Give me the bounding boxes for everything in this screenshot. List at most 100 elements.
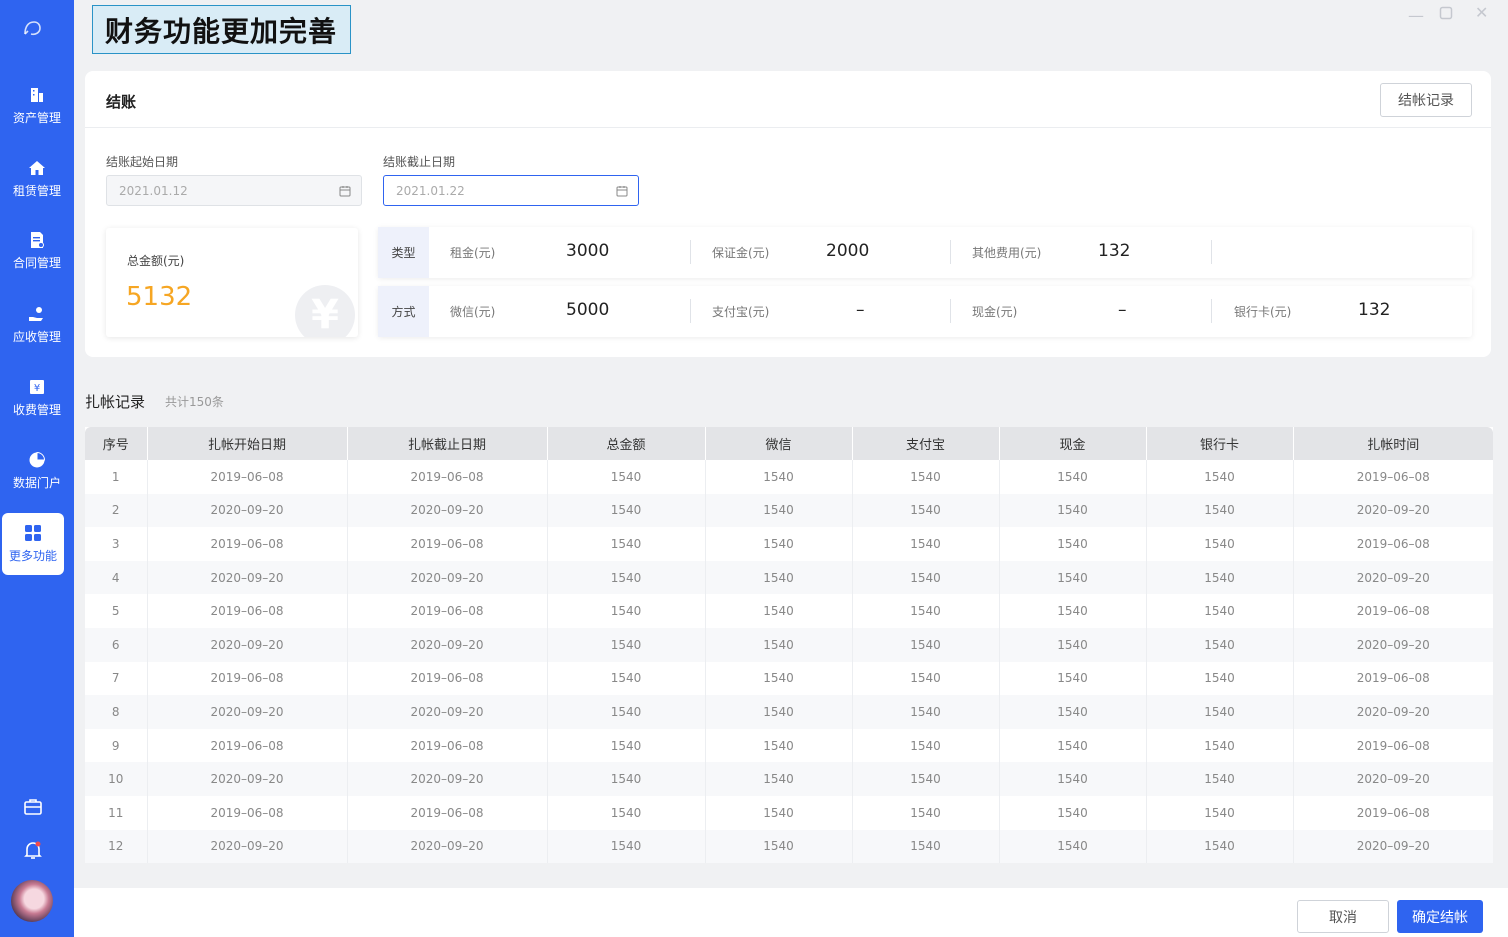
bank-card-value: 132 (1358, 300, 1391, 320)
table-cell: 1540 (547, 728, 706, 763)
table-cell: 11 (85, 795, 148, 830)
table-row[interactable]: 5 2019–06–08 2019–06–08 1540 1540 1540 1540 154… (85, 594, 1493, 628)
column-header: 总金额 (547, 427, 706, 460)
table-row[interactable]: 8 2020–09–20 2020–09–20 1540 1540 1540 1540 154… (85, 695, 1493, 729)
table-cell: 1540 (999, 762, 1147, 796)
start-date-value: 2021.01.12 (119, 183, 188, 198)
checkout-record-button[interactable]: 结帐记录 (1380, 83, 1472, 117)
table-cell: 1540 (547, 661, 706, 696)
table-row[interactable]: 7 2019–06–08 2019–06–08 1540 1540 1540 1540 154… (85, 661, 1493, 696)
table-cell: 1540 (547, 695, 706, 729)
table-cell: 2019–06–08 (347, 795, 548, 830)
sidebar-item-lease[interactable]: 租赁管理 (0, 148, 74, 210)
sidebar-item-label: 收费管理 (12, 403, 61, 417)
table-cell: 1540 (999, 493, 1147, 528)
maximize-icon[interactable] (1439, 5, 1453, 24)
table-cell: 1540 (999, 627, 1147, 662)
records-count: 共计150条 (165, 395, 224, 409)
table-row[interactable]: 12 2020–09–20 2020–09–20 1540 1540 1540 1540 15… (85, 829, 1493, 864)
end-date-value: 2021.01.22 (396, 183, 465, 198)
calendar-icon (616, 186, 628, 197)
table-cell: 2020–09–20 (147, 829, 348, 864)
cancel-button[interactable]: 取消 (1297, 900, 1389, 933)
table-row[interactable]: 6 2020–09–20 2020–09–20 1540 1540 1540 1540 154… (85, 627, 1493, 662)
table-cell: 1540 (999, 560, 1147, 595)
sidebar-item-label: 更多功能 (8, 549, 57, 563)
end-date-label: 结账截止日期 (383, 155, 456, 169)
rent-label: 租金(元) (450, 246, 496, 260)
column-header: 扎帐时间 (1293, 427, 1493, 460)
alipay-value: – (856, 300, 865, 320)
table-cell: 2020–09–20 (1293, 762, 1493, 796)
table-cell: 1540 (1146, 795, 1294, 830)
table-cell: 1540 (999, 795, 1147, 830)
separator (1211, 240, 1212, 264)
table-cell: 1540 (852, 594, 1000, 628)
table-cell: 1540 (705, 560, 853, 595)
sidebar-item-contract[interactable]: 合同管理 (0, 220, 74, 282)
sidebar-item-label: 合同管理 (12, 256, 61, 270)
bell-icon[interactable] (23, 840, 43, 860)
close-icon[interactable]: ✕ (1475, 3, 1488, 22)
start-date-label: 结账起始日期 (106, 155, 179, 169)
table-cell: 2019–06–08 (147, 527, 348, 561)
table-cell: 1540 (852, 560, 1000, 595)
table-cell: 2020–09–20 (347, 829, 548, 864)
sidebar-item-data-portal[interactable]: 数据门户 (0, 440, 74, 502)
table-cell: 1540 (1146, 527, 1294, 561)
table-cell: 2020–09–20 (1293, 695, 1493, 729)
table-cell: 1540 (999, 695, 1147, 729)
table-cell: 2019–06–08 (347, 661, 548, 696)
start-date-field[interactable]: 2021.01.12 (106, 175, 362, 206)
table-cell: 2019–06–08 (1356, 805, 1430, 820)
table-cell: 1540 (547, 460, 706, 494)
method-row-head: 方式 (378, 286, 429, 337)
table-row[interactable]: 2 2020–09–20 2020–09–20 1540 1540 1540 1540 154… (85, 493, 1493, 528)
table-cell: 1540 (1146, 728, 1294, 763)
table-cell: 1540 (999, 728, 1147, 763)
rent-value: 3000 (566, 241, 610, 261)
table-header-row: 序号 扎帐开始日期 扎帐截止日期 总金额 微信 支付宝 现金 银行卡 扎帐时间 (85, 427, 1493, 460)
sidebar-item-charges[interactable]: ¥ 收费管理 (0, 367, 74, 429)
briefcase-icon[interactable] (23, 797, 43, 817)
avatar[interactable] (11, 880, 53, 922)
method-summary-row: 方式 微信(元) 5000 支付宝(元) – 现金(元) – 银行卡(元) 13… (378, 286, 1472, 337)
table-cell: 6 (85, 627, 148, 662)
hand-coin-icon (29, 307, 43, 321)
table-row[interactable]: 11 2019–06–08 2019–06–08 1540 1540 1540 1540 15… (85, 795, 1493, 830)
table-cell: 2020–09–20 (347, 627, 548, 662)
sidebar-item-receivable[interactable]: 应收管理 (0, 294, 74, 356)
column-header: 扎帐截止日期 (347, 427, 548, 460)
table-cell: 1540 (1146, 560, 1294, 595)
table-row[interactable]: 4 2020–09–20 2020–09–20 1540 1540 1540 1540 154… (85, 560, 1493, 595)
table-cell: 2019–06–08 (1356, 469, 1430, 484)
table-cell: 2019–06–08 (147, 728, 348, 763)
table-cell: 10 (85, 762, 148, 796)
sidebar-item-assets[interactable]: 资产管理 (0, 75, 74, 137)
deposit-label: 保证金(元) (712, 246, 770, 260)
minimize-icon[interactable]: — (1408, 6, 1424, 25)
table-row[interactable]: 3 2019–06–08 2019–06–08 1540 1540 1540 1540 154… (85, 527, 1493, 561)
table-cell: 1540 (705, 728, 853, 763)
sidebar-item-more[interactable]: 更多功能 (2, 513, 64, 575)
app-logo-icon (24, 21, 41, 36)
table-cell: 1540 (547, 627, 706, 662)
table-row[interactable]: 9 2019–06–08 2019–06–08 1540 1540 1540 1540 154… (85, 728, 1493, 763)
separator (690, 240, 691, 264)
table-cell: 1540 (547, 493, 706, 528)
table-cell: 1540 (547, 795, 706, 830)
svg-text:¥: ¥ (34, 383, 40, 394)
separator (1211, 299, 1212, 323)
type-summary-row: 类型 租金(元) 3000 保证金(元) 2000 其他费用(元) 132 (378, 227, 1472, 278)
table-row[interactable]: 10 2020–09–20 2020–09–20 1540 1540 1540 1540 15… (85, 762, 1493, 796)
calendar-icon (339, 186, 351, 197)
table-cell: 1540 (852, 695, 1000, 729)
end-date-field[interactable]: 2021.01.22 (383, 175, 639, 206)
confirm-checkout-button[interactable]: 确定结帐 (1397, 900, 1483, 933)
column-header: 现金 (999, 427, 1147, 460)
table-row[interactable]: 1 2019–06–08 2019–06–08 1540 1540 1540 1540 154… (85, 460, 1493, 494)
table-cell: 3 (85, 527, 148, 561)
table-cell: 5 (85, 594, 148, 628)
table-cell: 2019–06–08 (1356, 604, 1430, 619)
table-cell: 1540 (705, 627, 853, 662)
